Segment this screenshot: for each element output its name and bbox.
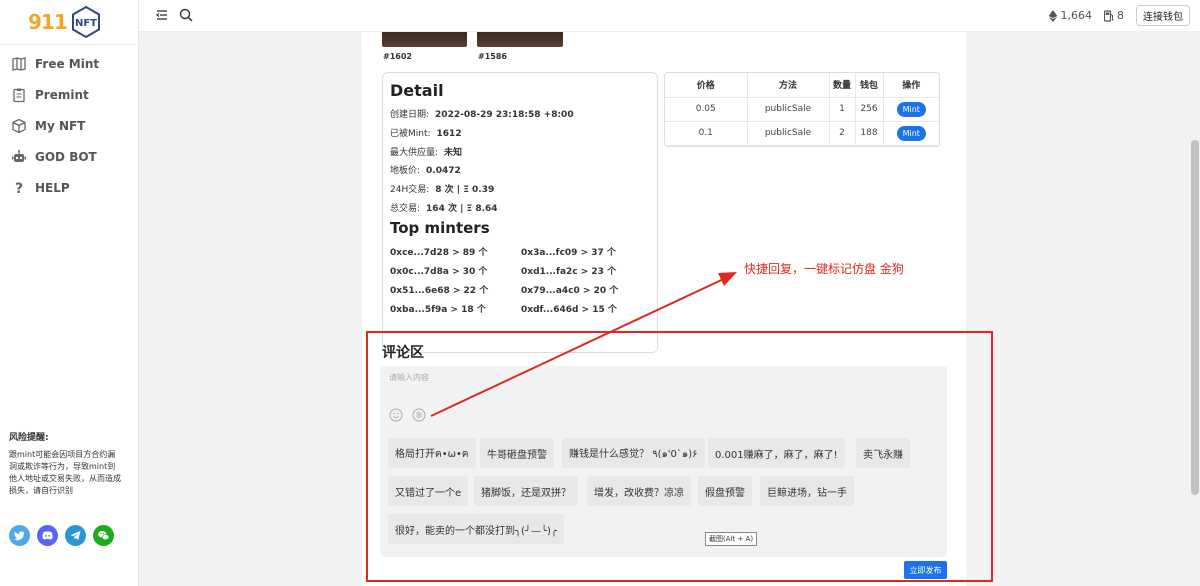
annotation-highlight-box [366, 331, 993, 582]
mint-table: 价格 方法 数量 钱包 操作 0.05 publicSale 1 256 Min… [664, 72, 940, 147]
logo[interactable]: 911 NFT [28, 4, 103, 40]
connect-wallet-button[interactable]: 连接钱包 [1136, 5, 1190, 26]
sidebar-item-label: Free Mint [35, 56, 100, 71]
detail-label: 已被Mint: [390, 129, 431, 139]
gas-price-value: 8 [1117, 9, 1124, 22]
logo-badge: NFT [75, 18, 97, 29]
minter-entry[interactable]: 0x51...6e68 > 22 个 [390, 283, 488, 296]
detail-value: 0.0472 [426, 166, 461, 176]
robot-icon [12, 149, 26, 162]
clipboard-icon [13, 88, 25, 102]
detail-value: 2022-08-29 23:18:58 +8:00 [435, 110, 574, 120]
column-header: 操作 [883, 73, 939, 98]
detail-label: 地板价: [390, 166, 421, 176]
annotation-text: 快捷回复，一键标记仿盘 金狗 [744, 262, 904, 276]
detail-row-floor: 地板价: 0.0472 [390, 163, 461, 176]
sidebar-nav: Free Mint Premint My NFT GOD BOT ? HELP [0, 48, 139, 203]
nft-thumbnail[interactable] [382, 32, 467, 47]
table-header-row: 价格 方法 数量 钱包 操作 [665, 73, 939, 98]
table-row: 0.05 publicSale 1 256 Mint [665, 97, 939, 122]
sidebar-item-label: My NFT [35, 118, 86, 133]
question-icon: ? [15, 181, 23, 196]
svg-text:?: ? [15, 181, 23, 196]
map-icon [12, 56, 26, 71]
logo-number: 911 [28, 10, 68, 34]
detail-value: 8 次 | Ξ 0.39 [435, 185, 495, 195]
discord-icon[interactable] [37, 525, 58, 546]
nft-thumbnail[interactable] [477, 32, 563, 47]
menu-toggle-icon[interactable] [156, 9, 168, 21]
sidebar-item-label: Premint [35, 87, 89, 102]
sidebar-item-premint[interactable]: Premint [0, 79, 139, 110]
detail-value: 1612 [436, 129, 462, 139]
scrollbar-thumb[interactable] [1191, 140, 1199, 495]
mint-button[interactable]: Mint [896, 101, 926, 117]
sidebar-item-help[interactable]: ? HELP [0, 172, 139, 203]
detail-row-created: 创建日期: 2022-08-29 23:18:58 +8:00 [390, 107, 574, 120]
price-cell: 0.05 [665, 97, 748, 122]
minter-entry[interactable]: 0x79...a4c0 > 20 个 [521, 283, 618, 296]
wechat-icon[interactable] [93, 525, 114, 546]
minter-entry[interactable]: 0x0c...7d8a > 30 个 [390, 264, 487, 277]
eth-price-value: 1,664 [1060, 9, 1093, 22]
column-header: 数量 [829, 73, 856, 98]
detail-title: Detail [390, 81, 444, 100]
price-cell: 0.1 [665, 121, 748, 146]
logo-divider [0, 44, 139, 45]
table-row: 0.1 publicSale 2 188 Mint [665, 121, 939, 146]
column-header: 价格 [665, 73, 748, 98]
detail-row-24h: 24H交易: 8 次 | Ξ 0.39 [390, 182, 494, 195]
search-icon[interactable] [179, 8, 193, 22]
minter-entry[interactable]: 0xdf...646d > 15 个 [521, 302, 617, 315]
detail-label: 最大供应量: [390, 148, 439, 158]
gas-price: 8 [1104, 9, 1124, 22]
detail-row-total: 总交易: 164 次 | Ξ 8.64 [390, 201, 498, 214]
minter-entry[interactable]: 0xce...7d28 > 89 个 [390, 245, 487, 258]
column-header: 方法 [747, 73, 830, 98]
risk-text: 跟mint可能会因项目方合约漏洞或欺诈等行为，导致mint到他人地址或交易失败，… [9, 450, 121, 495]
wallets-cell: 188 [855, 121, 884, 146]
logo-hexagon-icon: NFT [71, 5, 100, 39]
ethereum-icon [1048, 9, 1057, 22]
minter-entry[interactable]: 0xd1...fa2c > 23 个 [521, 264, 616, 277]
detail-label: 24H交易: [390, 185, 430, 195]
action-cell: Mint [883, 121, 939, 146]
top-minters-title: Top minters [390, 219, 490, 237]
minter-entry[interactable]: 0x3a...fc09 > 37 个 [521, 245, 616, 258]
top-bar-stats: 1,664 8 连接钱包 [1048, 5, 1190, 26]
detail-row-minted: 已被Mint: 1612 [390, 126, 462, 139]
eth-price: 1,664 [1048, 9, 1093, 22]
quantity-cell: 1 [829, 97, 856, 122]
detail-card: Detail 创建日期: 2022-08-29 23:18:58 +8:00 已被… [382, 72, 658, 353]
detail-value: 未知 [444, 148, 463, 158]
method-cell: publicSale [747, 97, 830, 122]
sidebar-item-god-bot[interactable]: GOD BOT [0, 141, 139, 172]
minter-entry[interactable]: 0xba...5f9a > 18 个 [390, 302, 486, 315]
detail-label: 创建日期: [390, 110, 430, 120]
detail-value: 164 次 | Ξ 8.64 [426, 204, 498, 214]
nft-id: #1602 [383, 52, 412, 61]
method-cell: publicSale [747, 121, 830, 146]
sidebar-item-my-nft[interactable]: My NFT [0, 110, 139, 141]
detail-row-max-supply: 最大供应量: 未知 [390, 145, 462, 158]
risk-title: 风险提醒: [9, 433, 49, 443]
gas-pump-icon [1104, 9, 1114, 22]
action-cell: Mint [883, 97, 939, 122]
top-bar: 1,664 8 连接钱包 [139, 0, 1200, 32]
quantity-cell: 2 [829, 121, 856, 146]
telegram-icon[interactable] [65, 525, 86, 546]
sidebar-item-free-mint[interactable]: Free Mint [0, 48, 139, 79]
twitter-icon[interactable] [9, 525, 30, 546]
sidebar-item-label: HELP [35, 180, 70, 195]
nft-id: #1586 [478, 52, 507, 61]
social-links [9, 525, 114, 546]
sidebar: 911 NFT Free Mint Premint My NFT GOD BOT… [0, 0, 139, 586]
column-header: 钱包 [855, 73, 884, 98]
wallets-cell: 256 [855, 97, 884, 122]
cube-icon [12, 118, 26, 133]
sidebar-item-label: GOD BOT [35, 149, 97, 164]
detail-label: 总交易: [390, 204, 421, 214]
mint-button[interactable]: Mint [896, 125, 926, 141]
